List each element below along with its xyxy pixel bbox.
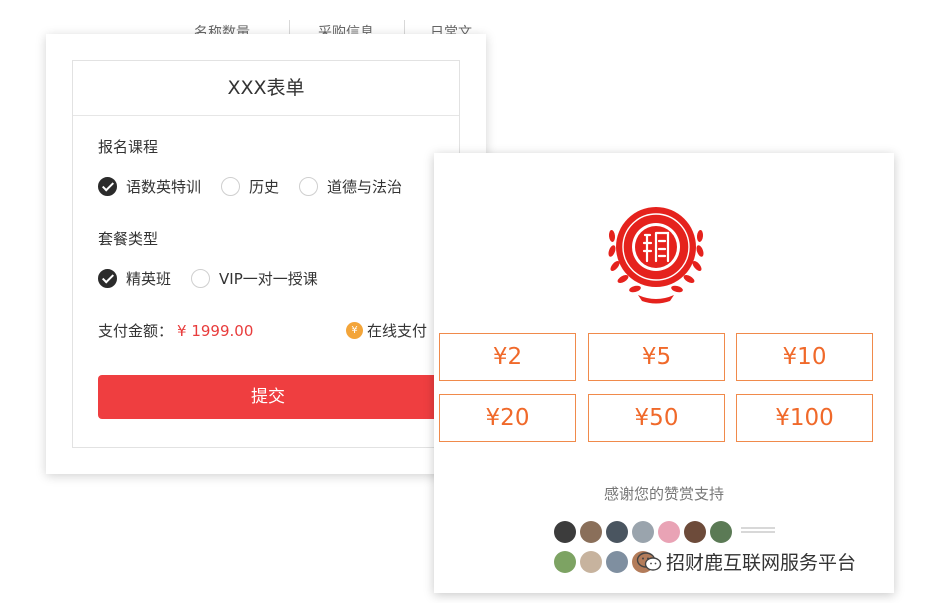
avatar (554, 551, 576, 573)
avatar (606, 551, 628, 573)
watermark-text: 招财鹿互联网服务平台 (666, 552, 857, 574)
donate-amount-button[interactable]: ¥100 (736, 394, 873, 442)
package-option-label: 精英班 (126, 270, 172, 288)
submit-button[interactable]: 提交 (98, 375, 438, 419)
background-tab-strip: 名称数量 采购信息 日常文 (150, 0, 480, 34)
seal-logo-icon (608, 207, 704, 304)
background-tab-3: 日常文 (430, 25, 472, 34)
package-option-1[interactable]: 精英班 (98, 268, 171, 289)
donate-amount-button[interactable]: ¥5 (588, 333, 725, 381)
course-option-label: 历史 (249, 178, 280, 196)
course-option-label: 语数英特训 (126, 178, 202, 196)
pay-amount: ¥ 1999.00 (177, 322, 254, 340)
course-option-3[interactable]: 道德与法治 (299, 176, 402, 197)
donate-amount-button[interactable]: ¥2 (439, 333, 576, 381)
course-option-2[interactable]: 历史 (221, 176, 279, 197)
course-label: 报名课程 (98, 138, 159, 156)
form-title: XXX表单 (73, 61, 459, 116)
donate-amount-button[interactable]: ¥10 (736, 333, 873, 381)
course-option-1[interactable]: 语数英特训 (98, 176, 201, 197)
thanks-text: 感谢您的赞赏支持 (603, 485, 724, 503)
course-options: 语数英特训 历史 道德与法治 (98, 176, 422, 197)
radio-checked-icon[interactable] (98, 177, 117, 196)
avatar (580, 521, 602, 543)
avatar (632, 521, 654, 543)
form-frame: XXX表单 报名课程 语数英特训 历史 道德与法治 套餐类型 精英班 VIP一对… (72, 60, 460, 448)
donate-amount-button[interactable]: ¥50 (588, 394, 725, 442)
online-pay-label: 在线支付 (367, 322, 428, 340)
coin-icon: ¥ (346, 322, 363, 339)
donate-card: ¥2 ¥5 ¥10 ¥20 ¥50 ¥100 感谢您的赞赏支持 (434, 153, 894, 593)
avatar (658, 521, 680, 543)
package-option-label: VIP一对一授课 (219, 270, 318, 288)
pay-amount-row: 支付金额： ¥ 1999.00 (98, 320, 253, 341)
background-tab-2: 采购信息 (318, 25, 374, 34)
avatar (606, 521, 628, 543)
watermark: 招财鹿互联网服务平台 (636, 548, 856, 575)
background-divider (289, 20, 290, 34)
radio-unchecked-icon[interactable] (221, 177, 241, 196)
radio-checked-icon[interactable] (98, 269, 117, 288)
avatar (580, 551, 602, 573)
package-options: 精英班 VIP一对一授课 (98, 268, 338, 289)
pay-label: 支付金额： (98, 322, 174, 340)
package-option-2[interactable]: VIP一对一授课 (191, 268, 318, 289)
radio-unchecked-icon[interactable] (191, 269, 211, 288)
avatar (684, 521, 706, 543)
donate-amount-button[interactable]: ¥20 (439, 394, 576, 442)
course-option-label: 道德与法治 (327, 178, 403, 196)
online-pay-option[interactable]: ¥ 在线支付 (346, 320, 427, 341)
wechat-icon (636, 551, 662, 571)
background-divider (404, 20, 405, 34)
avatar (554, 521, 576, 543)
radio-unchecked-icon[interactable] (299, 177, 319, 196)
package-label: 套餐类型 (98, 230, 159, 248)
avatar (710, 521, 732, 543)
background-tab-1: 名称数量 (194, 25, 250, 34)
form-card: XXX表单 报名课程 语数英特训 历史 道德与法治 套餐类型 精英班 VIP一对… (46, 34, 486, 474)
avatar-overflow-note (741, 527, 775, 537)
